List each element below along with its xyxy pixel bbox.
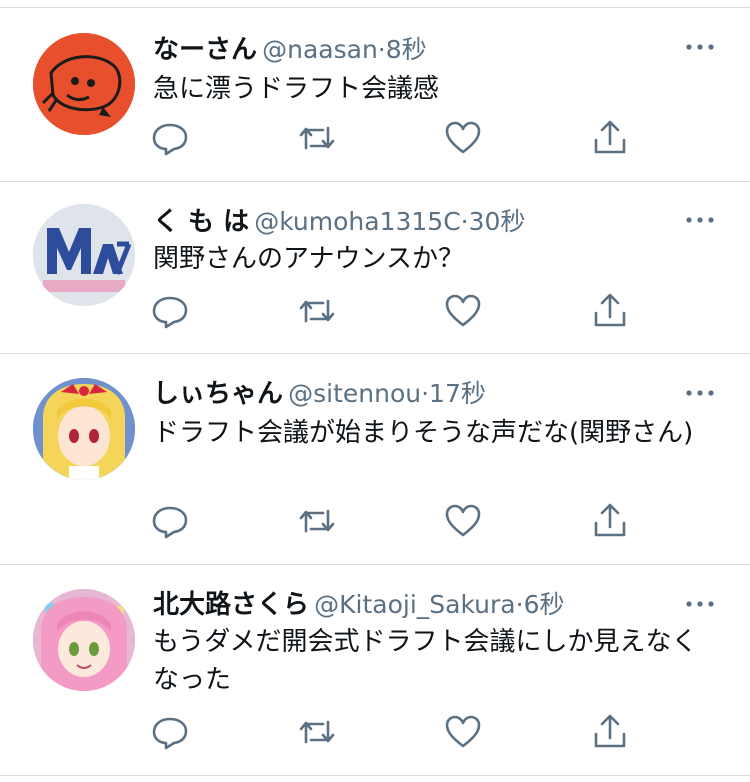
- reply-icon: [152, 296, 188, 329]
- user-handle[interactable]: @naasan: [262, 35, 378, 64]
- retweet-button[interactable]: [297, 501, 337, 541]
- separator-dot: ·: [377, 35, 386, 64]
- separator-dot: ·: [421, 379, 430, 408]
- anime-girl-blonde-avatar-icon: [33, 378, 135, 480]
- retweet-button[interactable]: [297, 712, 337, 752]
- timestamp[interactable]: 30秒: [469, 207, 526, 236]
- divider: [0, 775, 750, 776]
- tweet-text: もうダメだ開会式ドラフト会議にしか見えなくなった: [153, 627, 698, 695]
- reply-icon: [152, 717, 188, 750]
- anime-girl-pink-avatar-icon: [33, 589, 135, 691]
- avatar[interactable]: [33, 33, 135, 135]
- tweet-header: 北大路さくら @Kitaoji_Sakura·6秒: [153, 587, 564, 623]
- tweet-header: なーさん @naasan·8秒: [153, 32, 427, 68]
- tweet-text: ドラフト会議が始まりそうな声だな(関野さん): [153, 418, 694, 448]
- more-options-icon[interactable]: [684, 214, 716, 226]
- reply-icon: [152, 506, 188, 539]
- more-options-icon[interactable]: [684, 598, 716, 610]
- share-icon: [594, 714, 626, 748]
- avatar[interactable]: [33, 378, 135, 480]
- retweet-icon: [299, 509, 335, 533]
- like-button[interactable]: [443, 118, 483, 158]
- display-name[interactable]: なーさん: [153, 35, 257, 65]
- retweet-icon: [299, 720, 335, 744]
- share-button[interactable]: [590, 118, 630, 158]
- reply-icon: [152, 123, 188, 156]
- more-options-icon[interactable]: [684, 387, 716, 399]
- display-name[interactable]: 北大路さくら: [153, 590, 309, 620]
- share-button[interactable]: [590, 291, 630, 331]
- tweet-item[interactable]: く も は @kumoha1315C·30秒 関野さんのアナウンスか？: [0, 182, 750, 353]
- user-handle[interactable]: @Kitaoji_Sakura: [314, 590, 516, 619]
- tweet-header: く も は @kumoha1315C·30秒: [153, 204, 525, 240]
- display-name[interactable]: しぃちゃん: [153, 379, 283, 409]
- retweet-button[interactable]: [297, 118, 337, 158]
- max-logo-avatar-icon: [33, 204, 135, 306]
- like-icon: [445, 504, 481, 537]
- user-handle[interactable]: @kumoha1315C: [254, 207, 460, 236]
- reply-button[interactable]: [150, 118, 190, 158]
- tweet-text: 関野さんのアナウンスか？: [153, 244, 464, 274]
- reply-button[interactable]: [150, 501, 190, 541]
- timestamp[interactable]: 6秒: [524, 590, 565, 619]
- more-options-icon[interactable]: [684, 41, 716, 53]
- like-button[interactable]: [443, 291, 483, 331]
- share-icon: [594, 293, 626, 327]
- timeline-feed: なーさん @naasan·8秒 急に漂うドラフト会議感 く も は @kumoh…: [0, 0, 750, 782]
- like-icon: [445, 715, 481, 748]
- separator-dot: ·: [515, 590, 524, 619]
- retweet-icon: [299, 126, 335, 150]
- separator-dot: ·: [460, 207, 469, 236]
- tweet-header: しぃちゃん @sitennou·17秒: [153, 376, 486, 412]
- tweet-actions: [150, 712, 630, 752]
- reply-button[interactable]: [150, 712, 190, 752]
- retweet-icon: [299, 299, 335, 323]
- like-icon: [445, 121, 481, 154]
- share-button[interactable]: [590, 501, 630, 541]
- like-button[interactable]: [443, 501, 483, 541]
- like-icon: [445, 294, 481, 327]
- retweet-button[interactable]: [297, 291, 337, 331]
- avatar[interactable]: [33, 589, 135, 691]
- timestamp[interactable]: 8秒: [386, 35, 427, 64]
- share-button[interactable]: [590, 712, 630, 752]
- share-icon: [594, 503, 626, 537]
- cartoon-bird-avatar-icon: [33, 33, 135, 135]
- tweet-item[interactable]: しぃちゃん @sitennou·17秒 ドラフト会議が始まりそうな声だな(関野さ…: [0, 354, 750, 564]
- display-name[interactable]: く も は: [153, 207, 249, 237]
- reply-button[interactable]: [150, 291, 190, 331]
- like-button[interactable]: [443, 712, 483, 752]
- timestamp[interactable]: 17秒: [429, 379, 486, 408]
- tweet-actions: [150, 291, 630, 331]
- tweet-text: 急に漂うドラフト会議感: [153, 74, 440, 104]
- tweet-item[interactable]: 北大路さくら @Kitaoji_Sakura·6秒 もうダメだ開会式ドラフト会議…: [0, 565, 750, 775]
- share-icon: [594, 120, 626, 154]
- tweet-actions: [150, 118, 630, 158]
- tweet-item[interactable]: なーさん @naasan·8秒 急に漂うドラフト会議感: [0, 8, 750, 181]
- avatar[interactable]: [33, 204, 135, 306]
- user-handle[interactable]: @sitennou: [288, 379, 421, 408]
- tweet-actions: [150, 501, 630, 541]
